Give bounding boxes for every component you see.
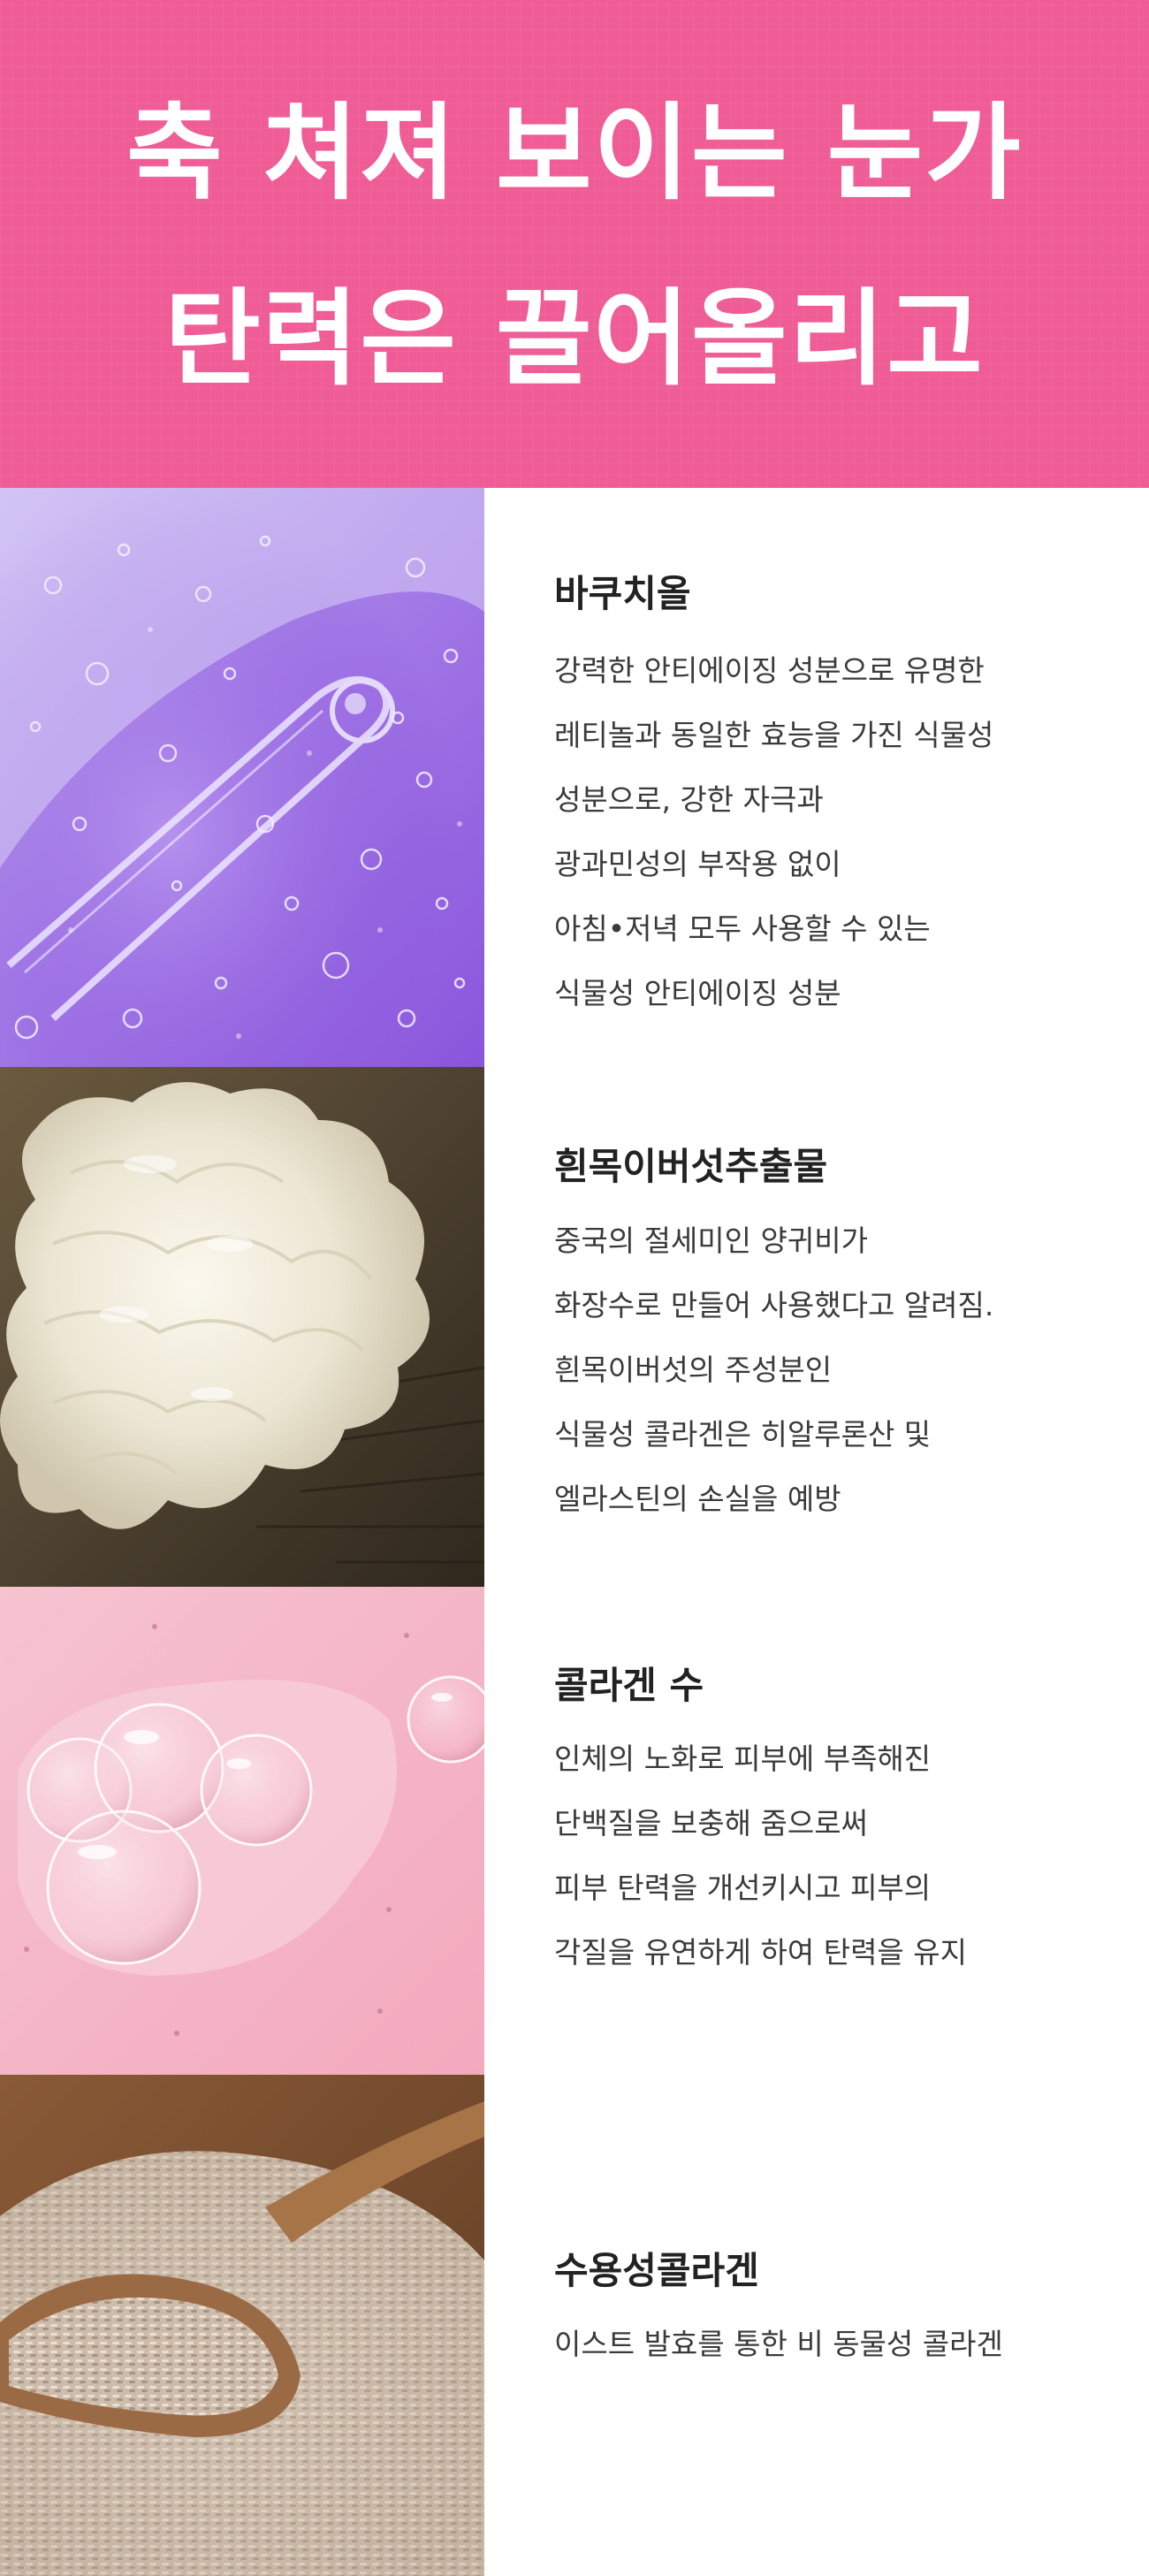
description-line: 흰목이버섯의 주성분인 — [554, 1353, 833, 1387]
description-line: 화장수로 만들어 사용했다고 알려짐. — [554, 1288, 994, 1322]
ingredient-title: 흰목이버섯추출물 — [554, 1145, 828, 1188]
description-line: 광과민성의 부작용 없이 — [554, 847, 841, 881]
ingredient-row-white-fungus: 흰목이버섯추출물 중국의 절세미인 양귀비가 화장수로 만들어 사용했다고 알려… — [0, 1067, 1149, 1589]
ingredient-row-water-soluble-collagen: 수용성콜라겐 이스트 발효를 통한 비 동물성 콜라겐 — [0, 2075, 1149, 2576]
description-line: 인체의 노화로 피부에 부족해진 — [554, 1741, 932, 1776]
description-line: 피부 탄력을 개선키시고 피부의 — [554, 1871, 932, 1905]
description-line: 레티놀과 동일한 효능을 가진 식물성 — [554, 718, 994, 752]
description-line: 강력한 안티에이징 성분으로 유명한 — [554, 653, 985, 688]
description-line: 아침•저녁 모두 사용할 수 있는 — [554, 911, 931, 946]
description-line: 성분으로, 강한 자극과 — [554, 782, 824, 817]
hero-headline-line-2: 탄력은 끌어올리고 — [164, 278, 985, 400]
ingredient-row-collagen-water: 콜라겐 수 인체의 노화로 피부에 부족해진 단백질을 보충해 줌으로써 피부 … — [0, 1587, 1149, 2077]
description-line: 식물성 콜라겐은 히알루론산 및 — [554, 1417, 932, 1452]
description-line: 식물성 안티에이징 성분 — [554, 976, 841, 1010]
description-line: 중국의 절세미인 양귀비가 — [554, 1223, 868, 1258]
ingredient-title: 수용성콜라겐 — [554, 2249, 759, 2292]
ingredient-description: 인체의 노화로 피부에 부족해진 단백질을 보충해 줌으로써 피부 탄력을 개선… — [554, 1726, 967, 1985]
yeast-granules-wooden-spoon-image — [0, 2075, 484, 2576]
ingredient-row-bakuchiol: 바쿠치올 강력한 안티에이징 성분으로 유명한 레티놀과 동일한 효능을 가진 … — [0, 488, 1149, 1069]
description-line: 각질을 유연하게 하여 탄력을 유지 — [554, 1935, 967, 1970]
ingredient-description: 강력한 안티에이징 성분으로 유명한 레티놀과 동일한 효능을 가진 식물성 성… — [554, 638, 993, 1025]
white-fungus-on-wood-image — [0, 1067, 484, 1587]
purple-serum-dropper-image — [0, 488, 484, 1067]
pink-gel-bubbles-image — [0, 1587, 484, 2075]
ingredient-title: 콜라겐 수 — [554, 1664, 704, 1707]
hero-banner: 축 쳐져 보이는 눈가 탄력은 끌어올리고 — [0, 0, 1149, 488]
ingredient-description: 중국의 절세미인 양귀비가 화장수로 만들어 사용했다고 알려짐. 흰목이버섯의… — [554, 1208, 993, 1531]
hero-headline-line-1: 축 쳐져 보이는 눈가 — [126, 92, 1023, 214]
description-line: 단백질을 보충해 줌으로써 — [554, 1806, 868, 1841]
description-line: 엘라스틴의 손실을 예방 — [554, 1482, 841, 1516]
description-line: 이스트 발효를 통한 비 동물성 콜라겐 — [554, 2327, 1003, 2361]
ingredient-title: 바쿠치올 — [554, 572, 691, 615]
ingredient-description: 이스트 발효를 통한 비 동물성 콜라겐 — [554, 2312, 1003, 2376]
